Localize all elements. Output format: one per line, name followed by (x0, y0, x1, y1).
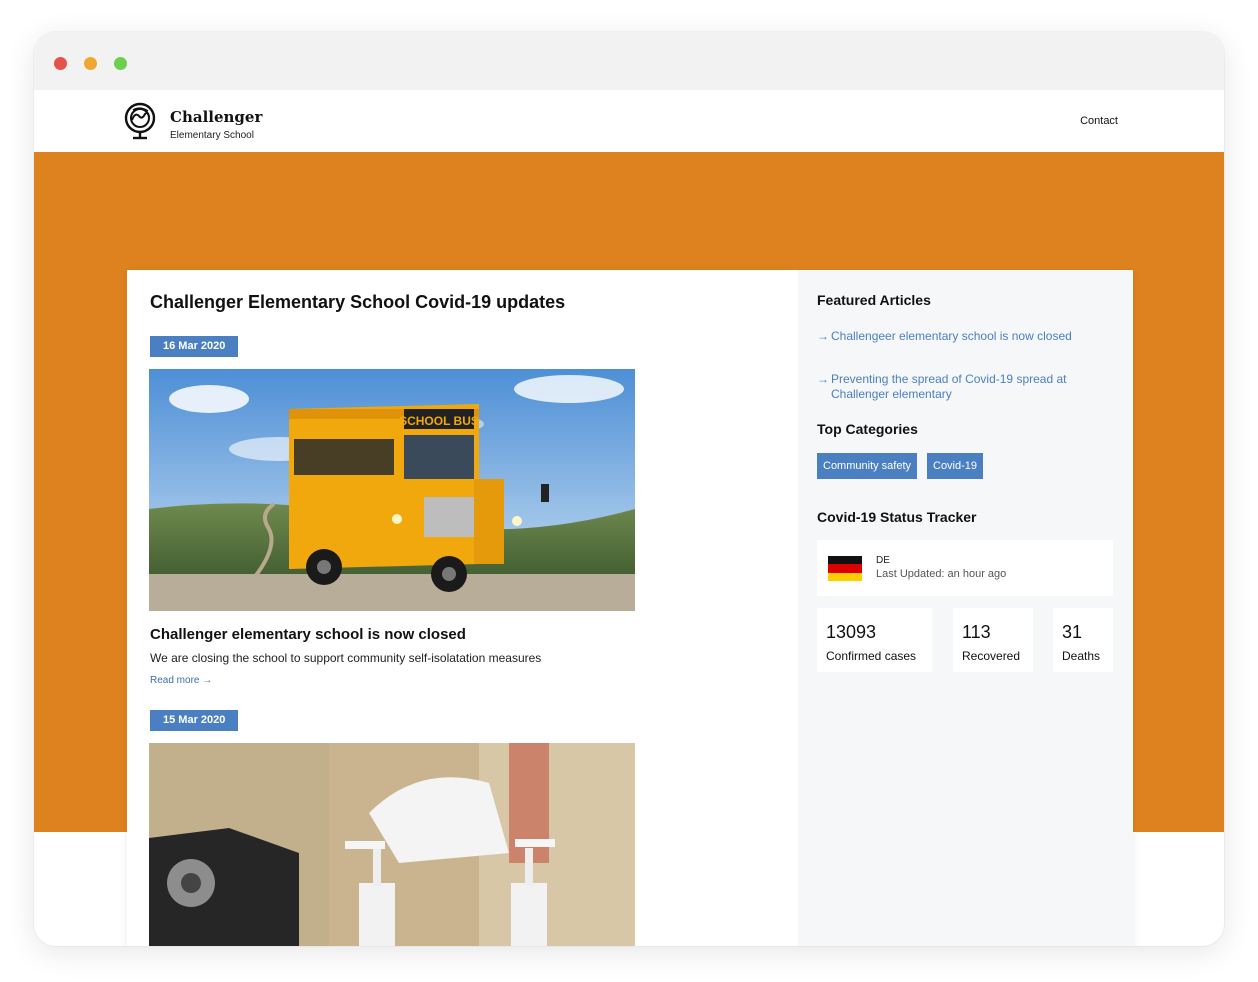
read-more-link[interactable]: Read more → (150, 675, 212, 686)
browser-window: Challenger Elementary School Contact Cha… (34, 32, 1224, 946)
nav-contact-link[interactable]: Contact (1080, 115, 1118, 127)
brand-name[interactable]: Challenger (170, 108, 262, 126)
tracker-last-updated: Last Updated: an hour ago (876, 568, 1007, 580)
maximize-window-button[interactable] (114, 57, 127, 70)
featured-article-link[interactable]: → Preventing the spread of Covid-19 spre… (817, 372, 1107, 402)
stat-value: 31 (1062, 622, 1083, 642)
stat-value: 113 (962, 622, 991, 642)
tracker-country: DE (876, 555, 890, 566)
brand-subtitle: Elementary School (170, 130, 254, 141)
post-title-link[interactable]: Challenger elementary school is now clos… (150, 626, 466, 643)
updates-feed: Challenger Elementary School Covid-19 up… (127, 270, 798, 946)
hand-sanitizer-image[interactable] (149, 743, 635, 946)
minimize-window-button[interactable] (84, 57, 97, 70)
featured-article-label: Challengeer elementary school is now clo… (831, 329, 1072, 343)
category-tag-covid-19[interactable]: Covid-19 (927, 453, 984, 479)
featured-article-label: Preventing the spread of Covid-19 spread… (831, 372, 1067, 401)
stat-label: Confirmed cases (826, 649, 917, 663)
post-date-badge: 15 Mar 2020 (150, 710, 239, 731)
stat-confirmed-cases: 13093 Confirmed cases (817, 608, 932, 672)
arrow-right-icon: → (817, 372, 829, 386)
page-title: Challenger Elementary School Covid-19 up… (150, 292, 566, 312)
post-excerpt: We are closing the school to support com… (150, 651, 542, 665)
tracker-location-card: DE Last Updated: an hour ago (817, 540, 1113, 596)
site-header: Challenger Elementary School Contact (34, 90, 1224, 152)
close-window-button[interactable] (54, 57, 67, 70)
content-card: Challenger Elementary School Covid-19 up… (127, 270, 1133, 946)
featured-articles-heading: Featured Articles (817, 292, 931, 308)
stat-deaths: 31 Deaths (1053, 608, 1113, 672)
stat-label: Deaths (1062, 649, 1101, 663)
category-tag-community-safety[interactable]: Community safety (817, 453, 918, 479)
stat-value: 13093 (826, 622, 877, 642)
featured-article-link[interactable]: → Challengeer elementary school is now c… (817, 329, 1107, 344)
germany-flag-icon (828, 556, 862, 581)
school-bus-image[interactable]: SCHOOL BUS (149, 369, 635, 611)
globe-logo-icon[interactable] (124, 102, 158, 140)
top-categories-heading: Top Categories (817, 421, 918, 437)
stat-recovered: 113 Recovered (953, 608, 1033, 672)
svg-text:SCHOOL BUS: SCHOOL BUS (399, 414, 479, 428)
school-bus-photo: SCHOOL BUS (149, 369, 635, 611)
arrow-right-icon: → (817, 329, 829, 343)
post-date-badge: 16 Mar 2020 (150, 336, 239, 357)
sidebar: Featured Articles → Challengeer elementa… (798, 270, 1133, 946)
status-tracker-heading: Covid-19 Status Tracker (817, 509, 977, 525)
stat-label: Recovered (962, 649, 1021, 663)
hand-sanitizer-photo (149, 743, 635, 946)
window-titlebar (34, 32, 1224, 90)
